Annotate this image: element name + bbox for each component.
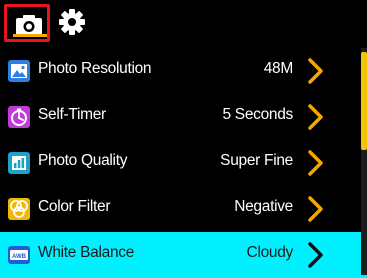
timer-icon: [8, 106, 30, 128]
color-circles-icon: [8, 198, 30, 220]
top-tab-bar: [0, 0, 367, 45]
chevron-right-icon: [308, 196, 323, 222]
camera-icon: [16, 15, 42, 35]
chevron-right-icon: [308, 58, 323, 84]
menu-item-label: White Balance: [38, 244, 135, 261]
menu-item-white-balance[interactable]: AWB White Balance Cloudy: [0, 232, 367, 278]
awb-icon: AWB: [8, 246, 30, 264]
svg-text:AWB: AWB: [12, 254, 27, 260]
menu-item-self-timer[interactable]: Self-Timer 5 Seconds: [0, 94, 367, 140]
menu-item-label: Photo Quality: [38, 152, 128, 169]
camera-settings-menu: Photo Resolution 48M Self-Timer 5 Second…: [0, 48, 367, 278]
menu-item-label: Color Filter: [38, 198, 111, 215]
menu-item-value: Cloudy: [246, 244, 294, 261]
chevron-right-icon: [308, 150, 323, 176]
menu-item-label: Photo Resolution: [38, 60, 152, 77]
menu-item-value: Super Fine: [220, 152, 293, 169]
menu-item-value: Negative: [234, 198, 293, 215]
image-icon: [8, 60, 30, 82]
menu-item-value: 48M: [263, 60, 294, 77]
tab-selected-indicator: [13, 34, 47, 37]
gear-icon[interactable]: [58, 8, 86, 36]
chevron-right-icon: [308, 242, 323, 268]
tab-camera[interactable]: [4, 4, 50, 42]
menu-item-photo-resolution[interactable]: Photo Resolution 48M: [0, 48, 367, 94]
bar-chart-icon: [8, 152, 30, 174]
chevron-right-icon: [308, 104, 323, 130]
menu-item-photo-quality[interactable]: Photo Quality Super Fine: [0, 140, 367, 186]
menu-item-value: 5 Seconds: [222, 106, 293, 123]
scrollbar-thumb[interactable]: [361, 52, 367, 150]
menu-item-color-filter[interactable]: Color Filter Negative: [0, 186, 367, 232]
menu-item-label: Self-Timer: [38, 106, 106, 123]
